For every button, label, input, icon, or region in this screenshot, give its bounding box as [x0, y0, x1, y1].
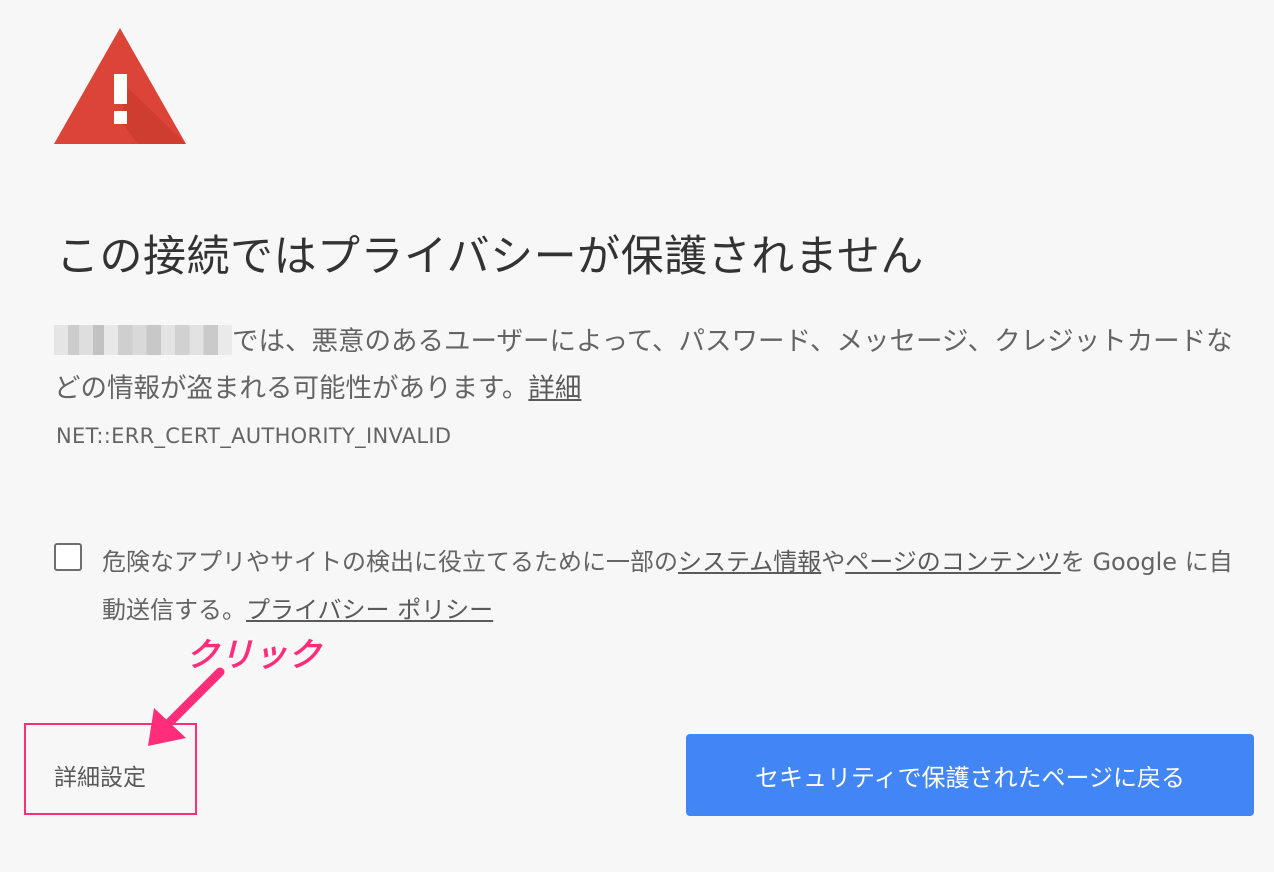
- learn-more-link[interactable]: 詳細: [528, 373, 581, 404]
- explanation-text: では、悪意のあるユーザーによって、パスワード、メッセージ、クレジットカードなどの…: [54, 318, 1254, 412]
- privacy-policy-link[interactable]: プライバシー ポリシー: [246, 596, 493, 624]
- optin-label: 危険なアプリやサイトの検出に役立てるために一部のシステム情報やページのコンテンツ…: [102, 538, 1242, 634]
- back-to-safety-button[interactable]: セキュリティで保護されたページに戻る: [686, 734, 1254, 816]
- masked-hostname: [54, 325, 232, 355]
- page-title: この接続ではプライバシーが保護されません: [56, 232, 924, 282]
- system-info-link[interactable]: システム情報: [678, 548, 821, 576]
- page-content-link[interactable]: ページのコンテンツ: [845, 548, 1061, 576]
- warning-triangle-icon: [54, 28, 186, 144]
- optin-text-part2: や: [821, 548, 846, 576]
- optin-checkbox[interactable]: [54, 543, 82, 571]
- optin-text-part1: 危険なアプリやサイトの検出に役立てるために一部の: [102, 548, 678, 576]
- advanced-button[interactable]: 詳細設定: [54, 758, 146, 792]
- error-code: NET::ERR_CERT_AUTHORITY_INVALID: [56, 424, 452, 448]
